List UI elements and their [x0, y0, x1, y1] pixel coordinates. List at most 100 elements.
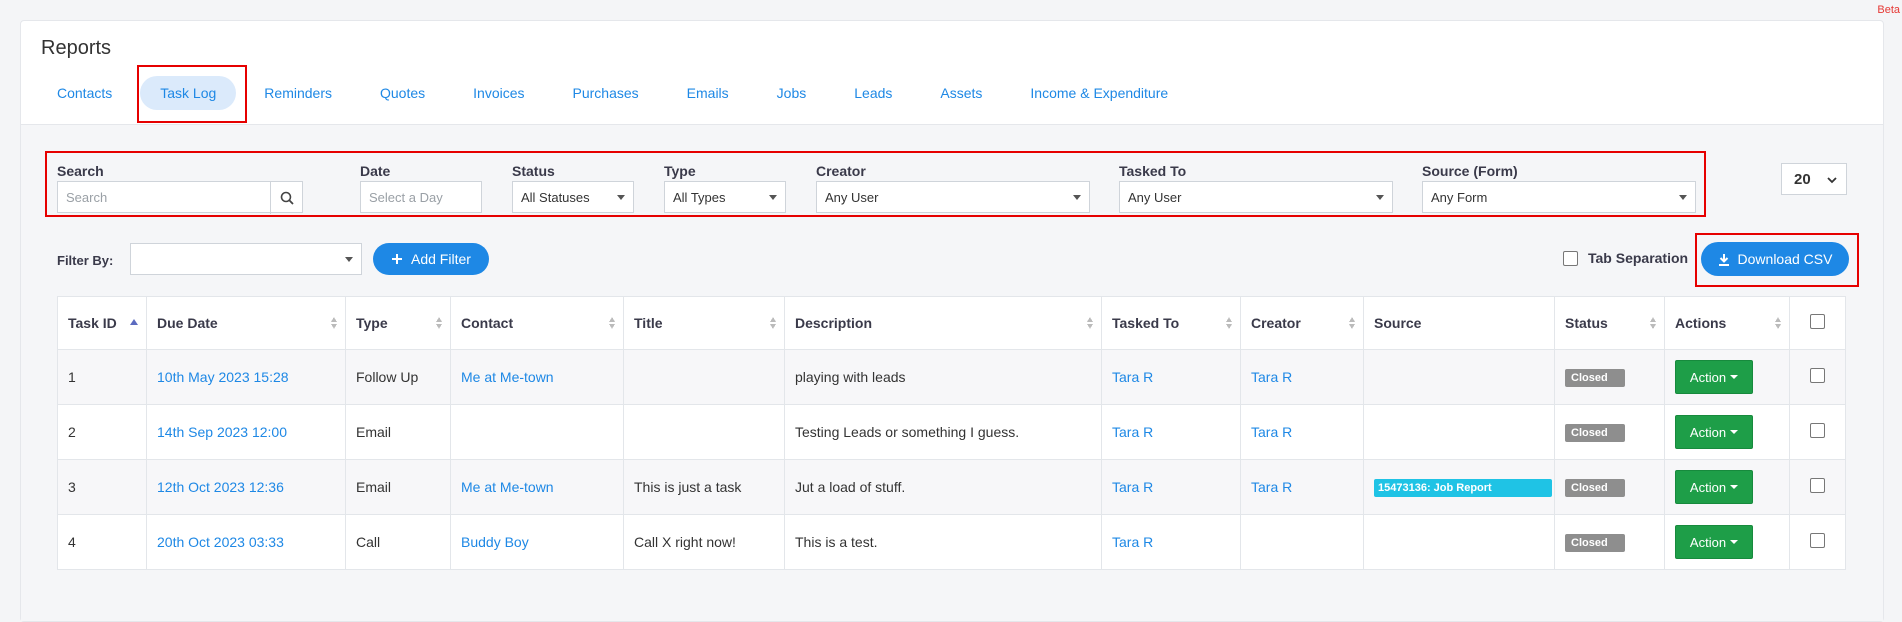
action-label: Action	[1689, 479, 1727, 495]
source-badge[interactable]: 15473136: Job Report	[1374, 478, 1552, 497]
tasked-to-select[interactable]: Any User	[1119, 181, 1393, 213]
tasked-to-link[interactable]: Tara R	[1112, 424, 1153, 440]
add-filter-button[interactable]: Add Filter	[373, 243, 489, 275]
table-row: 3 12th Oct 2023 12:36 Email Me at Me-tow…	[57, 459, 1846, 515]
creator-select[interactable]: Any User	[816, 181, 1090, 213]
cell-task-id: 3	[57, 459, 147, 515]
date-label: Date	[360, 163, 391, 179]
cell-description: playing with leads	[784, 349, 1102, 405]
row-checkbox[interactable]	[1810, 423, 1825, 438]
tab-quotes[interactable]: Quotes	[360, 76, 445, 110]
col-source: Source	[1363, 296, 1555, 350]
cell-type: Follow Up	[345, 349, 451, 405]
action-button[interactable]: Action	[1675, 470, 1753, 504]
tab-separation-checkbox[interactable]	[1563, 250, 1578, 266]
col-description[interactable]: Description	[784, 296, 1102, 350]
table-row: 2 14th Sep 2023 12:00 Email Testing Lead…	[57, 404, 1846, 460]
tab-emails[interactable]: Emails	[667, 76, 749, 110]
contact-link[interactable]: Me at Me-town	[461, 479, 554, 495]
per-page-value: 20	[1794, 170, 1811, 188]
select-all-checkbox[interactable]	[1810, 314, 1825, 329]
col-title[interactable]: Title	[623, 296, 785, 350]
col-status[interactable]: Status	[1554, 296, 1665, 350]
caret-down-icon	[1730, 485, 1739, 489]
date-filter: Date Select a Day	[360, 163, 482, 213]
tasked-to-link[interactable]: Tara R	[1112, 534, 1153, 550]
row-checkbox[interactable]	[1810, 368, 1825, 383]
download-csv-button[interactable]: Download CSV	[1701, 242, 1849, 276]
action-label: Action	[1689, 424, 1727, 440]
status-badge: Closed	[1565, 423, 1625, 442]
action-label: Action	[1689, 369, 1727, 385]
tab-jobs[interactable]: Jobs	[757, 76, 827, 110]
cell-source	[1363, 349, 1555, 405]
search-input[interactable]: Search	[57, 181, 303, 214]
caret-down-icon	[1730, 540, 1739, 544]
type-label: Type	[664, 163, 696, 179]
type-select[interactable]: All Types	[664, 181, 786, 213]
download-icon	[1718, 253, 1729, 266]
row-checkbox[interactable]	[1810, 533, 1825, 548]
caret-down-icon	[1730, 375, 1739, 379]
tab-assets[interactable]: Assets	[920, 76, 1002, 110]
search-icon	[280, 191, 294, 205]
tasked-to-link[interactable]: Tara R	[1112, 479, 1153, 495]
download-csv-label: Download CSV	[1737, 251, 1833, 267]
col-type[interactable]: Type	[345, 296, 451, 350]
cell-type: Call	[345, 514, 451, 570]
col-contact[interactable]: Contact	[450, 296, 624, 350]
reports-card: Reports Contacts Task Log Reminders Quot…	[20, 20, 1884, 622]
cell-title: This is just a task	[623, 459, 785, 515]
cell-task-id: 1	[57, 349, 147, 405]
creator-link[interactable]: Tara R	[1251, 479, 1292, 495]
creator-link[interactable]: Tara R	[1251, 424, 1292, 440]
tab-contacts[interactable]: Contacts	[37, 76, 132, 110]
due-date-link[interactable]: 12th Oct 2023 12:36	[157, 479, 284, 495]
tab-purchases[interactable]: Purchases	[553, 76, 659, 110]
tab-invoices[interactable]: Invoices	[453, 76, 544, 110]
filter-by-label: Filter By:	[57, 253, 114, 268]
col-actions[interactable]: Actions	[1664, 296, 1790, 350]
date-input[interactable]: Select a Day	[360, 181, 482, 213]
creator-link[interactable]: Tara R	[1251, 369, 1292, 385]
creator-filter: Creator Any User	[816, 163, 1090, 213]
tab-task-log[interactable]: Task Log	[140, 76, 237, 110]
per-page-select[interactable]: 20	[1781, 163, 1847, 195]
cell-description: Jut a load of stuff.	[784, 459, 1102, 515]
source-select[interactable]: Any Form	[1422, 181, 1696, 213]
tab-reminders[interactable]: Reminders	[244, 76, 352, 110]
status-filter: Status All Statuses	[512, 163, 634, 213]
tab-leads[interactable]: Leads	[834, 76, 912, 110]
col-due-date[interactable]: Due Date	[146, 296, 346, 350]
task-log-table: Task ID Due Date Type Contact Title Desc…	[57, 296, 1846, 570]
contact-link[interactable]: Me at Me-town	[461, 369, 554, 385]
row-checkbox[interactable]	[1810, 478, 1825, 493]
cell-task-id: 4	[57, 514, 147, 570]
col-tasked-to[interactable]: Tasked To	[1101, 296, 1241, 350]
tab-separation-label: Tab Separation	[1588, 250, 1689, 266]
status-label: Status	[512, 163, 555, 179]
status-select[interactable]: All Statuses	[512, 181, 634, 213]
action-button[interactable]: Action	[1675, 525, 1753, 559]
tasked-to-link[interactable]: Tara R	[1112, 369, 1153, 385]
plus-icon	[392, 254, 402, 264]
due-date-link[interactable]: 20th Oct 2023 03:33	[157, 534, 284, 550]
page-title: Reports	[41, 37, 112, 59]
table-row: 1 10th May 2023 15:28 Follow Up Me at Me…	[57, 349, 1846, 405]
due-date-link[interactable]: 10th May 2023 15:28	[157, 369, 289, 385]
source-label: Source (Form)	[1422, 163, 1518, 179]
tab-income-expenditure[interactable]: Income & Expenditure	[1010, 76, 1188, 110]
contact-link[interactable]: Buddy Boy	[461, 534, 529, 550]
filter-by-select[interactable]	[130, 243, 362, 275]
action-label: Action	[1689, 534, 1727, 550]
action-button[interactable]: Action	[1675, 360, 1753, 394]
cell-type: Email	[345, 459, 451, 515]
col-creator[interactable]: Creator	[1240, 296, 1364, 350]
due-date-link[interactable]: 14th Sep 2023 12:00	[157, 424, 287, 440]
search-button[interactable]	[270, 182, 302, 214]
cell-description: This is a test.	[784, 514, 1102, 570]
type-filter: Type All Types	[664, 163, 786, 213]
col-task-id[interactable]: Task ID	[57, 296, 147, 350]
task-log-table-wrap: Task ID Due Date Type Contact Title Desc…	[57, 296, 1846, 570]
action-button[interactable]: Action	[1675, 415, 1753, 449]
